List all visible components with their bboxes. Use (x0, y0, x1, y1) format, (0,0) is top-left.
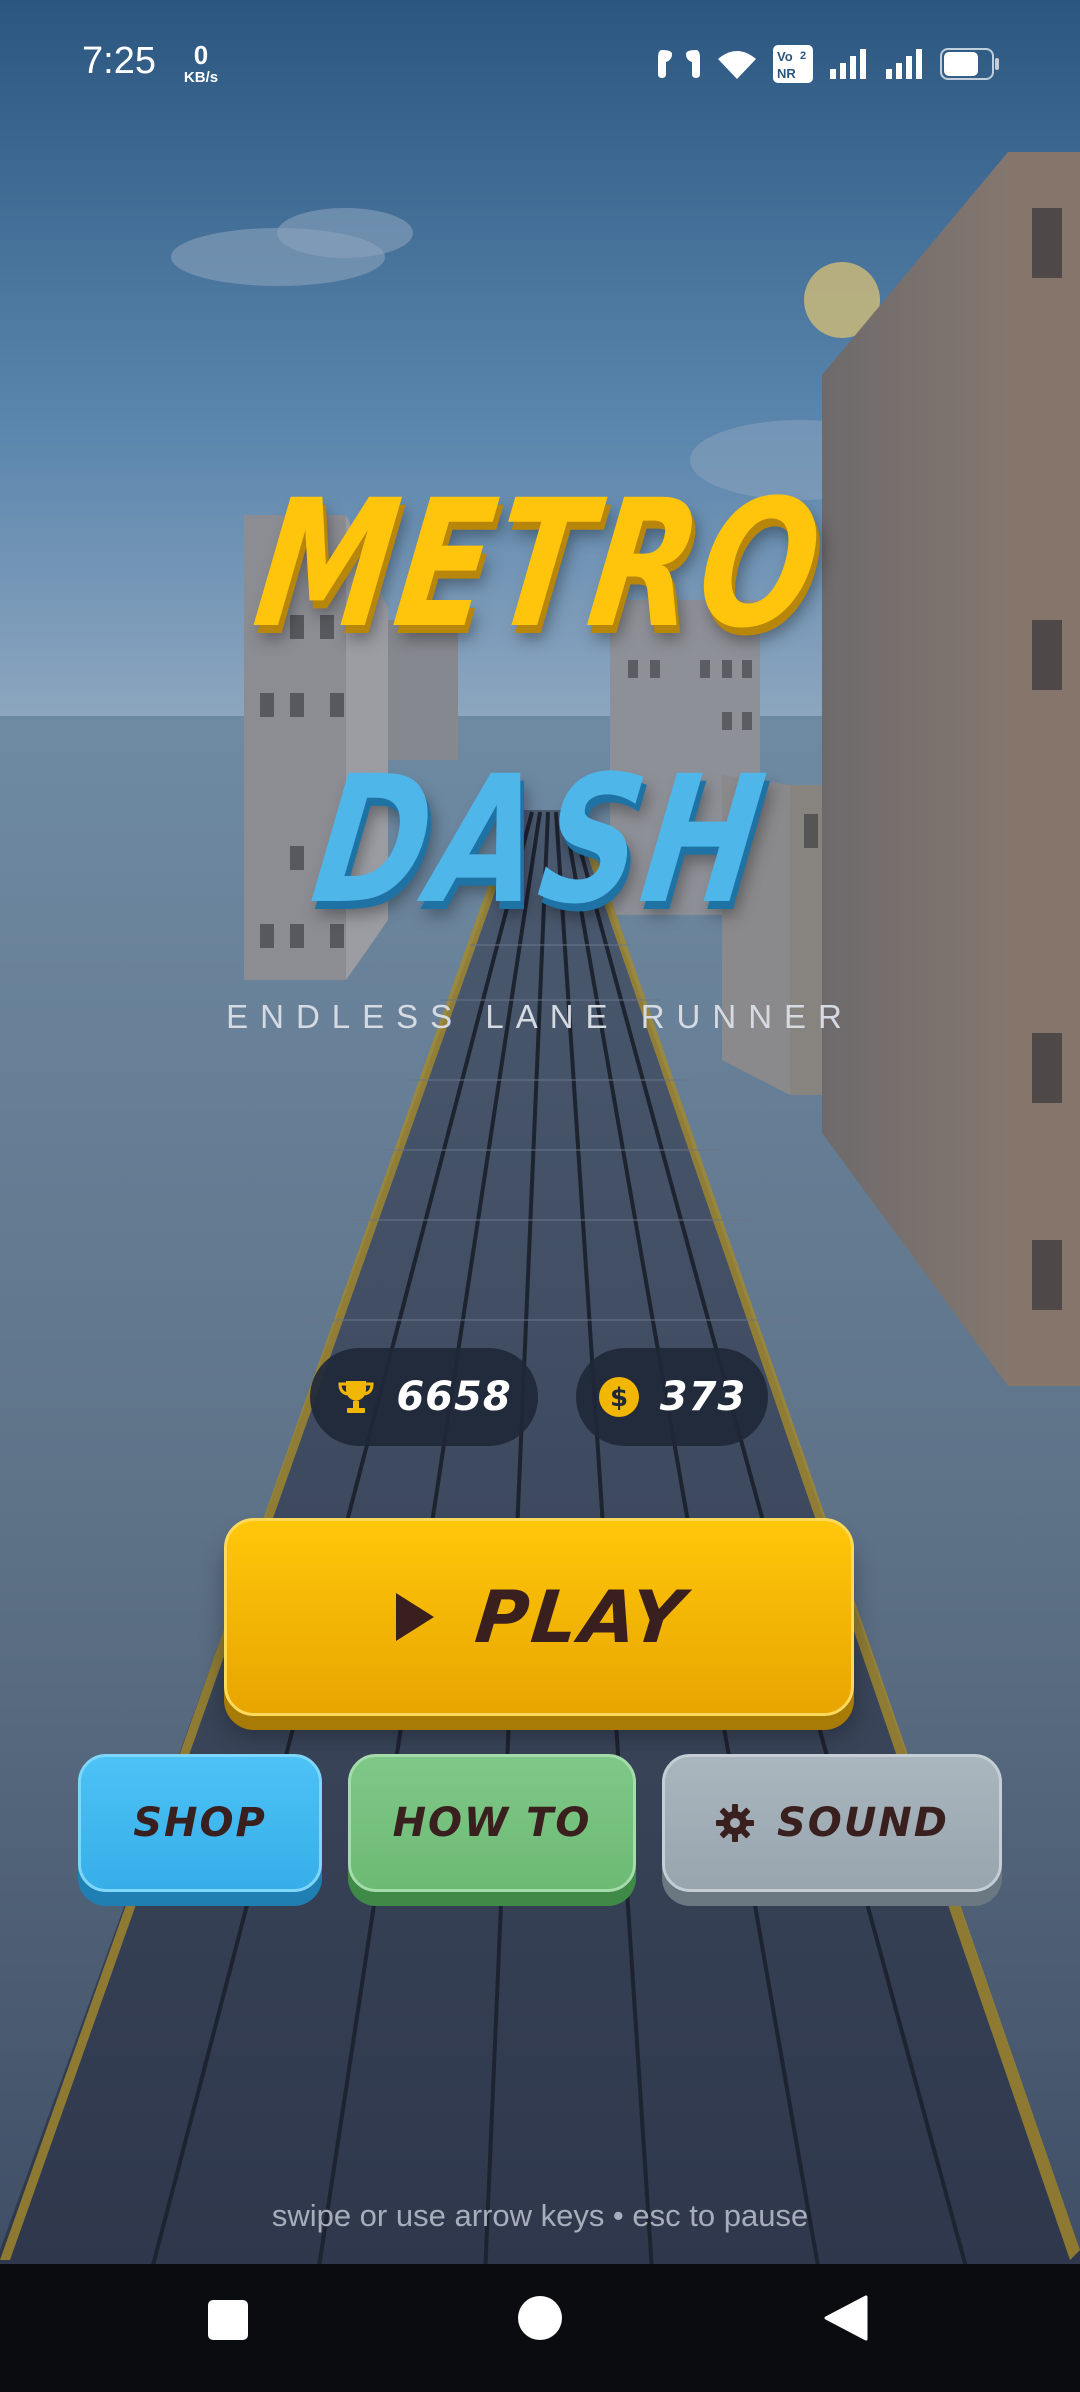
game-background (0, 0, 1080, 2392)
svg-text:Vo: Vo (777, 49, 793, 64)
signal-sim2-icon (886, 49, 922, 79)
wifi-icon (718, 51, 756, 79)
sound-button[interactable]: SOUND (662, 1754, 1002, 1892)
how-to-button[interactable]: HOW TO (348, 1754, 636, 1892)
status-time: 7:25 (82, 40, 156, 82)
svg-text:$: $ (610, 1383, 628, 1413)
status-icons: Vo 2 NR (656, 44, 1000, 84)
play-button-label: PLAY (471, 1575, 691, 1659)
net-speed: 0 KB/s (178, 42, 224, 85)
play-icon (395, 1593, 434, 1641)
home-button[interactable] (508, 2286, 572, 2350)
play-button[interactable]: PLAY (224, 1518, 854, 1716)
recents-button[interactable] (196, 2288, 260, 2352)
square-icon (208, 2300, 248, 2340)
gear-icon (716, 1804, 754, 1842)
earbuds-icon (658, 50, 700, 78)
best-score-badge: 6658 (310, 1348, 538, 1446)
net-speed-value: 0 (193, 40, 209, 70)
best-score-value: 6658 (396, 1374, 512, 1420)
back-button[interactable] (814, 2286, 878, 2350)
volte-nr-icon: Vo 2 NR (773, 45, 813, 83)
battery-icon (940, 48, 999, 80)
svg-text:NR: NR (777, 66, 796, 81)
signal-sim1-icon (830, 49, 866, 79)
shop-button[interactable]: SHOP (78, 1754, 322, 1892)
net-speed-unit: KB/s (183, 69, 219, 86)
back-triangle-icon (824, 2295, 868, 2341)
coins-badge: $ 373 (576, 1348, 768, 1446)
shop-button-label: SHOP (133, 1800, 267, 1846)
sound-button-label: SOUND (777, 1800, 949, 1846)
trophy-icon (338, 1381, 374, 1413)
game-title-line1: METRO (244, 462, 836, 667)
how-to-button-label: HOW TO (392, 1800, 592, 1846)
navigation-bar (0, 2264, 1080, 2392)
coins-value: 373 (659, 1374, 747, 1420)
controls-hint: swipe or use arrow keys • esc to pause (271, 2198, 809, 2233)
coin-icon: $ (598, 1377, 639, 1417)
svg-text:2: 2 (800, 50, 806, 62)
circle-icon (518, 2296, 562, 2340)
game-subtitle: ENDLESS LANE RUNNER (226, 998, 854, 1035)
game-title-line2: DASH (302, 738, 778, 943)
